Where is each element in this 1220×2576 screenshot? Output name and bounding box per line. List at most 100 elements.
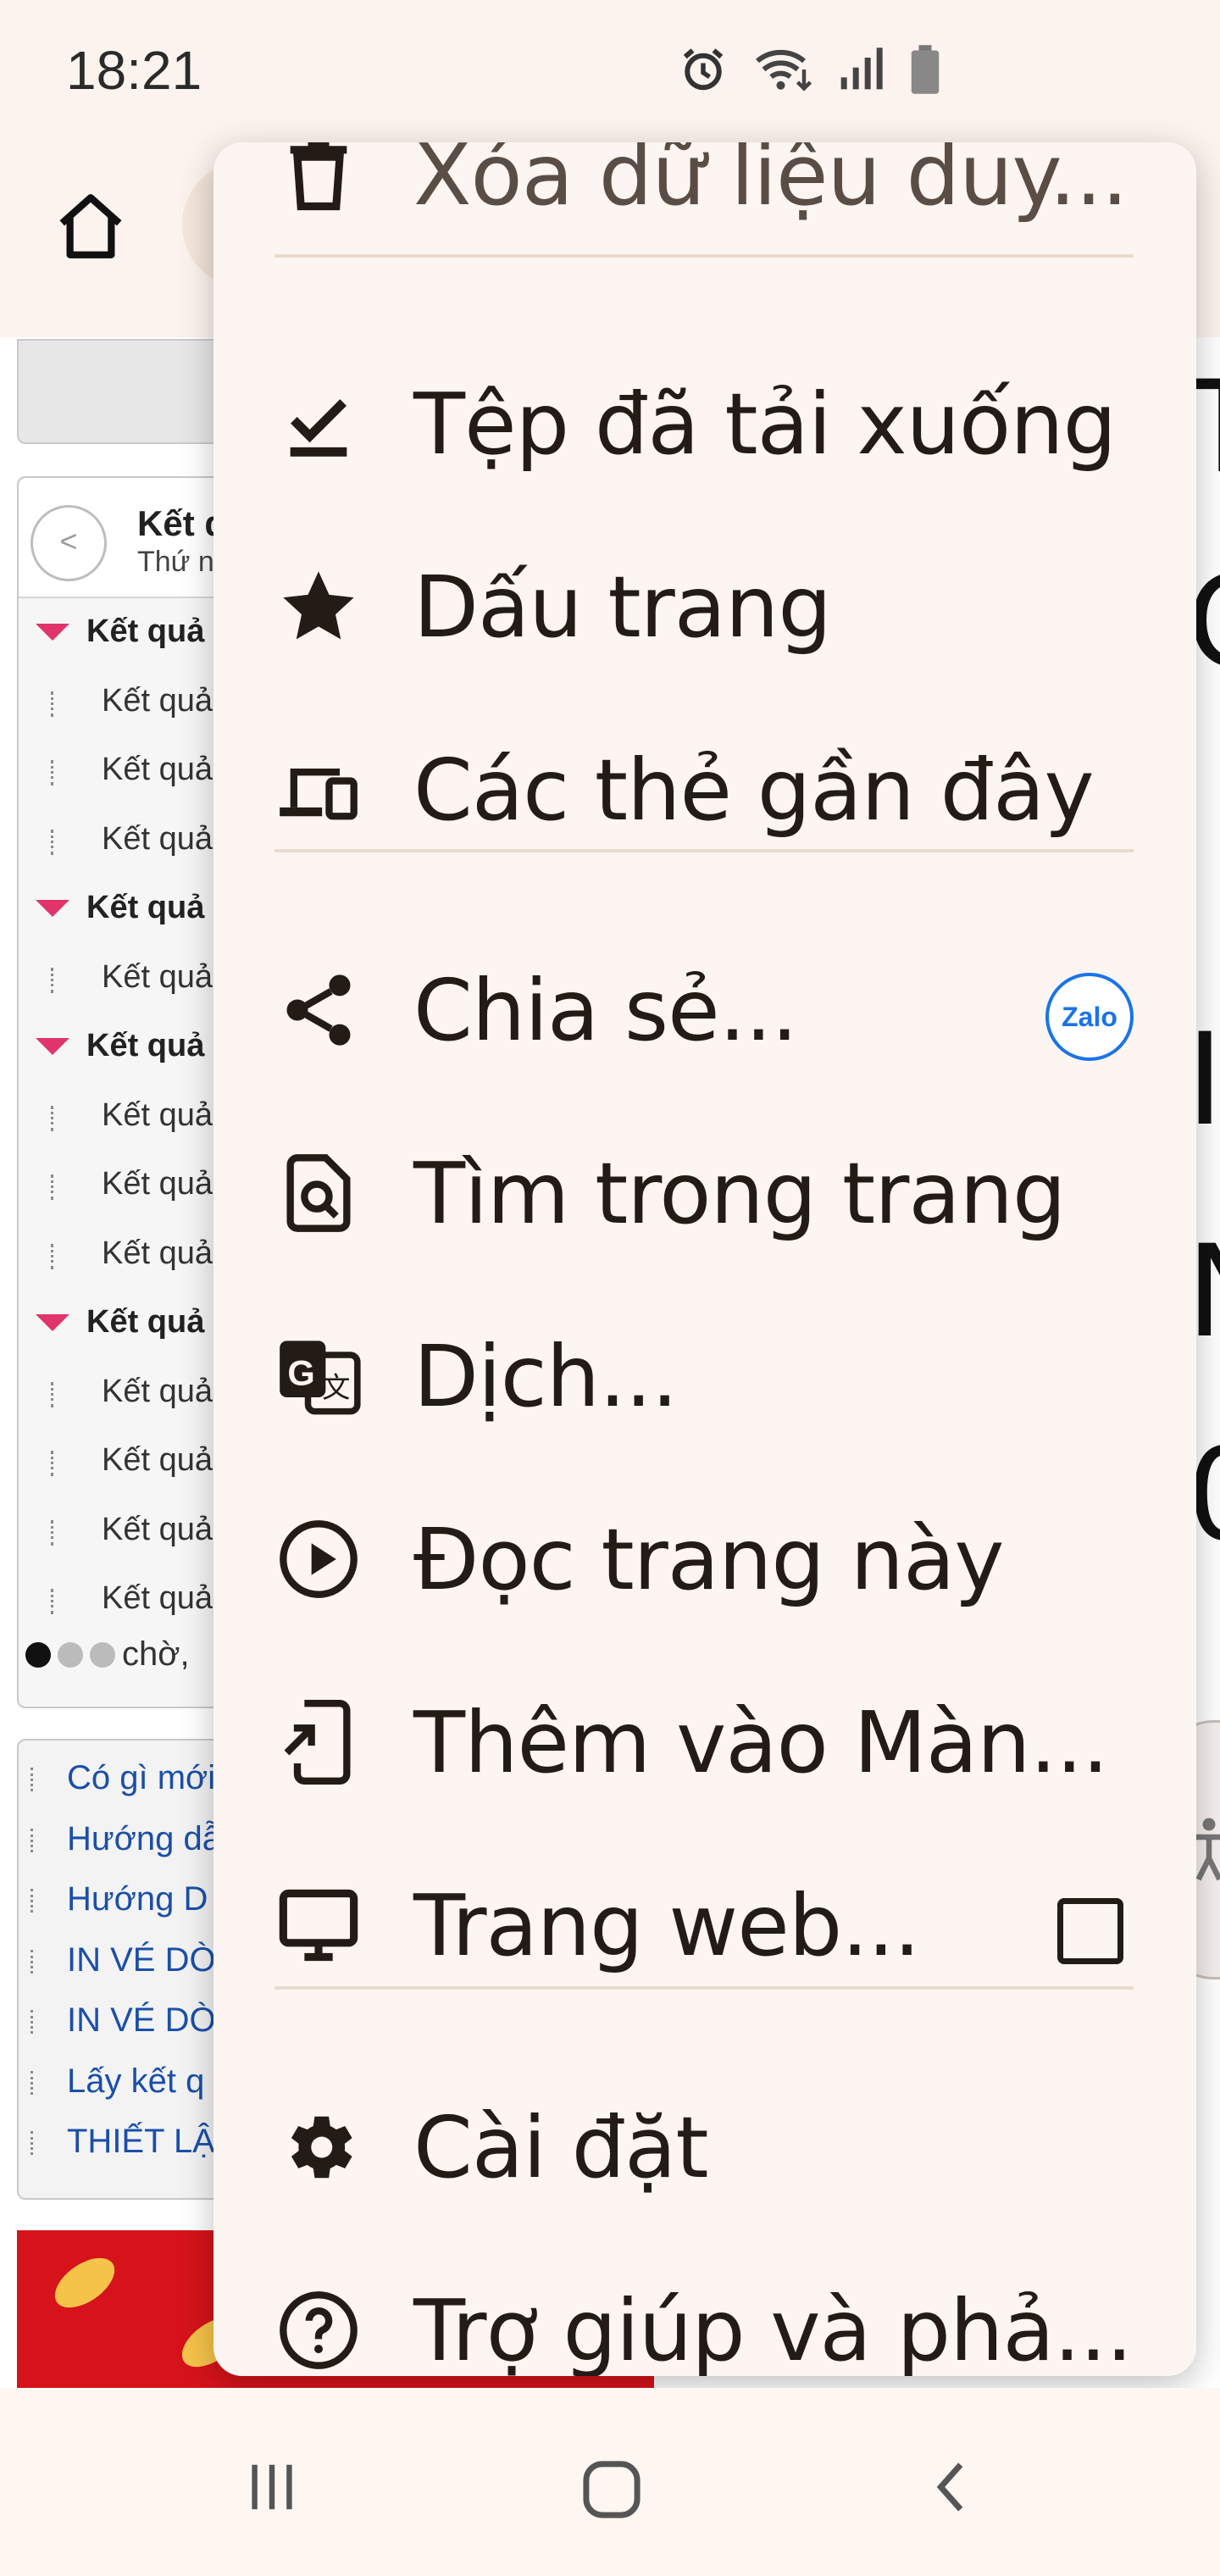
expand-triangle-icon [36, 624, 69, 641]
status-icons [678, 44, 942, 95]
star-icon [276, 564, 361, 649]
expand-triangle-icon [36, 1314, 69, 1331]
menu-item-settings[interactable]: Cài đặt [214, 2056, 1196, 2239]
tree-row-label: Kết quả : [102, 682, 231, 719]
tree-row-label: Kết quả : [102, 1580, 231, 1616]
expand-triangle-icon [36, 1038, 69, 1055]
add-to-home-icon [276, 1700, 361, 1785]
tree-row-label: Kết quả : [102, 1373, 231, 1409]
tree-line-icon [51, 1519, 72, 1546]
loading-indicator: chờ, [25, 1635, 190, 1674]
wifi-icon [756, 49, 812, 92]
menu-item-help[interactable]: Trợ giúp và phả... [214, 2239, 1196, 2376]
menu-item-clear-data[interactable]: Xóa dữ liệu duy... [214, 142, 1196, 266]
menu-divider [274, 254, 1134, 258]
menu-label: Chia sẻ... [413, 961, 798, 1060]
menu-label: Trợ giúp và phả... [413, 2281, 1133, 2376]
page-link[interactable]: IN VÉ DÒ [30, 2001, 216, 2040]
menu-item-share[interactable]: Chia sẻ... Zalo [214, 919, 1196, 1102]
svg-text:G: G [287, 1352, 314, 1392]
find-in-page-icon [276, 1151, 361, 1235]
tree-row-label: Kết quả : [102, 1166, 231, 1202]
home-icon[interactable] [53, 188, 129, 264]
tree-row-label: Kết quả : [102, 752, 231, 787]
trash-icon [276, 142, 361, 217]
menu-divider [274, 849, 1134, 852]
tree-row-label: Kết quả : [86, 613, 225, 649]
page-link-label: IN VÉ DÒ [67, 2001, 216, 2039]
menu-item-add-to-home[interactable]: Thêm vào Màn... [214, 1651, 1196, 1834]
page-link[interactable]: THIẾT LẬ [30, 2123, 215, 2161]
tree-line-icon [51, 1174, 72, 1200]
svg-text:文: 文 [322, 1373, 350, 1404]
menu-label: Tìm trong trang [413, 1144, 1066, 1243]
menu-item-downloads[interactable]: Tệp đã tải xuống [214, 332, 1196, 515]
tree-row-label: Kết quả : [102, 820, 231, 857]
download-done-icon [276, 381, 361, 466]
menu-item-read-aloud[interactable]: Đọc trang này [214, 1468, 1196, 1651]
play-circle-icon [276, 1517, 361, 1602]
menu-item-recent-tabs[interactable]: Các thẻ gần đây [214, 698, 1196, 881]
loading-text: chờ, [122, 1635, 190, 1673]
status-clock: 18:21 [66, 40, 202, 101]
alarm-icon [683, 48, 724, 91]
gear-icon [276, 2105, 361, 2190]
tree-row-label: Kết quả : [86, 890, 225, 925]
menu-label: Cài đặt [413, 2098, 709, 2197]
devices-icon [276, 747, 361, 832]
share-icon [276, 968, 361, 1052]
menu-label: Dấu trang [413, 558, 832, 657]
menu-item-find-in-page[interactable]: Tìm trong trang [214, 1102, 1196, 1285]
tree-line-icon [51, 1243, 72, 1269]
tree-row-label: Kết quả : [102, 1096, 231, 1133]
translate-icon: G文 [276, 1334, 361, 1418]
browser-overflow-menu: Xóa dữ liệu duy... Tệp đã tải xuống Dấu … [214, 142, 1196, 2376]
menu-label: Trang web... [413, 1876, 921, 1975]
tree-line-icon [51, 1381, 72, 1407]
panel-subtitle: Thứ n [137, 546, 214, 578]
tree-row-label: Kết quả : [102, 958, 231, 995]
zalo-share-shortcut[interactable]: Zalo [1045, 973, 1134, 1061]
back-nav-icon[interactable] [923, 2457, 983, 2517]
page-link[interactable]: Lấy kết q [30, 2062, 204, 2101]
page-link-label: Lấy kết q [67, 2062, 205, 2100]
menu-label: Xóa dữ liệu duy... [413, 142, 1128, 225]
menu-label: Tệp đã tải xuống [413, 375, 1117, 474]
tree-row-label: Kết quả : [102, 1511, 231, 1547]
tree-row-label: Kết quả : [86, 1028, 225, 1063]
page-link[interactable]: Hướng dẫ [30, 1820, 221, 1858]
desktop-icon [276, 1883, 361, 1968]
page-link[interactable]: Hướng D [30, 1880, 208, 1918]
page-link-label: THIẾT LẬ [67, 2123, 215, 2160]
tree-line-icon [51, 691, 72, 717]
help-icon [276, 2288, 361, 2373]
tree-line-icon [51, 1105, 72, 1131]
menu-label: Các thẻ gần đây [413, 741, 1095, 840]
page-link-label: Hướng dẫ [67, 1819, 221, 1857]
zalo-label: Zalo [1062, 1002, 1117, 1032]
tree-row-label: Kết quả : [102, 1442, 231, 1478]
page-link[interactable]: IN VÉ DÒ [30, 1941, 216, 1979]
desktop-site-checkbox[interactable] [1057, 1898, 1123, 1964]
menu-item-translate[interactable]: G文 Dịch... [214, 1285, 1196, 1468]
battery-icon [911, 45, 940, 94]
menu-divider [274, 1986, 1134, 1990]
home-nav-icon[interactable] [580, 2457, 644, 2522]
tree-row-label: Kết quả : [102, 1235, 231, 1271]
page-link-label: Có gì mới [67, 1759, 216, 1796]
signal-icon [840, 47, 883, 90]
menu-label: Đọc trang này [413, 1510, 1005, 1609]
system-nav-bar [0, 2388, 1220, 2576]
page-link-label: Hướng D [67, 1880, 208, 1918]
status-bar: 18:21 [0, 0, 1220, 144]
recent-apps-icon[interactable] [242, 2457, 302, 2517]
menu-label: Thêm vào Màn... [413, 1693, 1109, 1792]
menu-item-bookmarks[interactable]: Dấu trang [214, 515, 1196, 698]
panel-back-button[interactable]: < [30, 505, 107, 581]
page-link-label: IN VÉ DÒ [67, 1940, 216, 1979]
tree-line-icon [51, 829, 72, 855]
tree-line-icon [51, 967, 72, 993]
tree-line-icon [51, 1589, 72, 1614]
page-link[interactable]: Có gì mới [30, 1759, 215, 1797]
tree-row-label: Kết quả : [86, 1304, 225, 1340]
